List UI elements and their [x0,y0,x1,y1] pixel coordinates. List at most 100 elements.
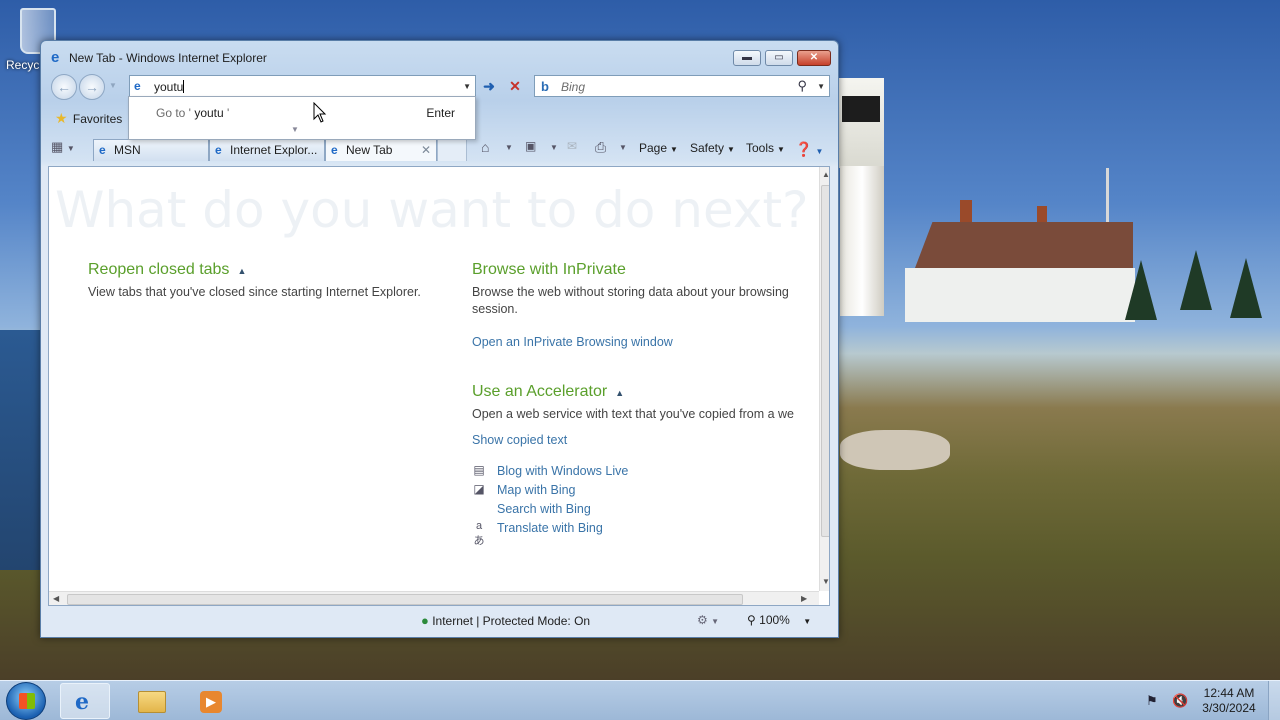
taskbar-media-player[interactable]: ▶ [186,683,236,719]
bing-logo-icon: b [541,79,549,94]
expand-suggestions-icon[interactable]: ▼ [291,125,299,134]
recycle-bin-label: Recyc [6,58,40,72]
new-tab-button[interactable] [437,139,467,161]
print-icon[interactable]: ⎙ [595,139,606,156]
system-clock[interactable]: 12:44 AM 3/30/2024 [1196,686,1262,716]
tab-list-dropdown[interactable]: ▼ [67,144,75,153]
wallpaper-rock [840,430,950,470]
home-dropdown[interactable]: ▼ [505,143,513,152]
horizontal-scrollbar[interactable]: ◀ ▶ [49,591,819,605]
address-input[interactable]: youtu [154,80,185,94]
forward-arrow-icon: → [85,79,99,95]
clock-date: 3/30/2024 [1202,701,1256,715]
minimize-button[interactable]: ▬ [733,50,761,66]
chevron-up-icon: ▲ [615,388,625,398]
open-inprivate-link[interactable]: Open an InPrivate Browsing window [472,335,673,349]
map-icon: ◪ [473,482,485,496]
address-autocomplete: Go to ' youtu ' Enter ▼ [128,96,476,140]
help-menu[interactable]: ❓ ▼ [795,141,823,158]
quick-tabs-icon: ▦ [51,139,64,154]
safety-menu[interactable]: Safety ▼ [690,141,735,155]
go-arrow-icon: ➜ [483,78,495,94]
media-player-icon: ▶ [200,691,222,713]
search-options-dropdown[interactable]: ▼ [817,82,825,91]
tab-internet-explorer[interactable]: e Internet Explor... [209,139,325,161]
show-desktop-button[interactable] [1268,681,1280,720]
tab-label: Internet Explor... [230,143,318,157]
volume-muted-icon[interactable]: 🔇 [1172,693,1188,709]
accelerator-heading[interactable]: Use an Accelerator ▲ [472,383,624,401]
tab-new-tab[interactable]: e New Tab ✕ [325,139,437,161]
show-copied-text-link[interactable]: Show copied text [472,433,567,447]
taskbar-windows-explorer[interactable] [126,683,176,719]
search-with-bing-link[interactable]: Search with Bing [497,502,591,516]
popup-blocker-icon[interactable]: ⚙ ▼ [697,613,719,627]
favorites-button[interactable]: ★ Favorites [55,110,122,128]
search-box[interactable]: b Bing ⚲ ▼ [534,75,830,97]
vertical-scroll-thumb[interactable] [821,185,829,537]
start-button[interactable] [6,682,46,720]
action-center-icon[interactable]: ⚑ [1146,693,1158,709]
title-bar[interactable]: e New Tab - Windows Internet Explorer ▬ … [41,41,838,73]
help-icon: ❓ [795,141,813,157]
stop-icon: ✕ [509,78,521,94]
vertical-scrollbar[interactable]: ▲ ▼ [819,167,829,591]
chevron-up-icon: ▲ [237,266,247,276]
reopen-description: View tabs that you've closed since start… [88,285,421,299]
reopen-closed-tabs-heading[interactable]: Reopen closed tabs ▲ [88,261,246,279]
translate-with-bing-link[interactable]: Translate with Bing [497,521,603,535]
clock-time: 12:44 AM [1203,686,1255,700]
feeds-icon[interactable]: ▣ [525,139,536,153]
back-button[interactable]: ← [51,74,77,100]
forward-button[interactable]: → [79,74,105,100]
go-button[interactable]: ➜ [479,76,499,96]
zoom-icon: ⚲ [747,613,756,627]
print-dropdown[interactable]: ▼ [619,143,627,152]
windows-logo-icon [19,693,35,709]
text-caret [183,80,185,93]
back-arrow-icon: ← [57,79,71,95]
scroll-up-icon[interactable]: ▲ [822,170,829,179]
security-zone[interactable]: ● Internet | Protected Mode: On [421,613,590,628]
close-tab-icon[interactable]: ✕ [421,143,431,157]
translate-icon: aあ [473,520,485,547]
taskbar-internet-explorer[interactable]: e [60,683,110,719]
taskbar: e ▶ ⚑ 🔇 12:44 AM 3/30/2024 [0,680,1280,720]
address-bar[interactable]: e youtu ▼ [129,75,476,97]
search-icon[interactable]: ⚲ [797,78,807,94]
page-menu[interactable]: Page ▼ [639,141,678,155]
maximize-button[interactable]: ▭ [765,50,793,66]
goto-suggestion[interactable]: Go to ' youtu ' [156,106,229,120]
ie-page-icon: e [99,143,106,157]
map-with-bing-link[interactable]: Map with Bing [497,483,576,497]
globe-icon: ● [421,613,429,628]
mail-icon[interactable]: ✉ [567,139,577,153]
inprivate-heading: Browse with InPrivate [472,261,626,278]
ie-icon: e [75,689,89,715]
search-input[interactable]: Bing [561,80,585,94]
wallpaper-tree [1125,260,1157,320]
page-heading: What do you want to do next? [55,181,809,239]
scroll-down-icon[interactable]: ▼ [822,577,829,586]
scroll-right-icon[interactable]: ▶ [801,594,807,603]
tab-msn[interactable]: e MSN [93,139,209,161]
address-dropdown-icon[interactable]: ▼ [463,82,471,91]
status-bar: ● Internet | Protected Mode: On ⚙ ▼ ⚲ 10… [47,609,833,633]
wallpaper-house [905,200,1135,322]
wallpaper-tree [1180,250,1212,310]
accelerator-description: Open a web service with text that you've… [472,407,794,421]
scroll-left-icon[interactable]: ◀ [53,594,59,603]
zoom-level[interactable]: ⚲ 100% ▼ [747,613,811,627]
quick-tabs-button[interactable]: ▦ ▼ [51,139,91,159]
blog-icon: ▤ [473,463,485,477]
home-icon[interactable]: ⌂ [481,139,489,155]
recent-pages-dropdown[interactable]: ▼ [109,81,117,90]
close-button[interactable]: ✕ [797,50,831,66]
folder-icon [138,691,166,713]
enter-hint: Enter [426,106,455,120]
feeds-dropdown[interactable]: ▼ [550,143,558,152]
blog-with-windows-live-link[interactable]: Blog with Windows Live [497,464,628,478]
horizontal-scroll-thumb[interactable] [67,594,743,605]
stop-button[interactable]: ✕ [505,76,525,96]
tools-menu[interactable]: Tools ▼ [746,141,785,155]
